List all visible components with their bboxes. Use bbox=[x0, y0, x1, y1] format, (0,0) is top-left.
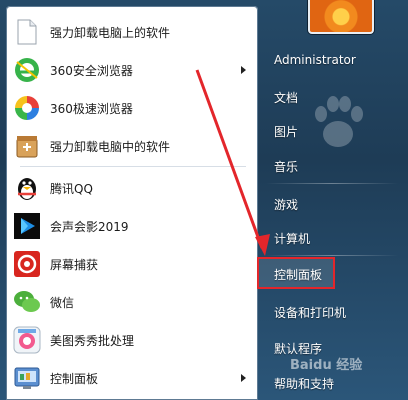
places-column: Administrator 文档 图片 音乐 游戏 计算机 控制面板 设备和打印… bbox=[258, 0, 408, 400]
program-label: 美图秀秀批处理 bbox=[50, 333, 135, 348]
watermark-text: Baidu 经验 bbox=[290, 357, 363, 373]
help-support-link[interactable]: 帮助和支持 bbox=[274, 375, 334, 392]
program-label: 强力卸载电脑中的软件 bbox=[50, 139, 171, 154]
program-label: 控制面板 bbox=[50, 371, 99, 386]
submenu-arrow-icon bbox=[241, 66, 246, 74]
program-label: 腾讯QQ bbox=[50, 181, 93, 196]
program-list: 强力卸载电脑上的软件 360安全浏览器 360极速浏览器 强力卸载电脑中的软件 … bbox=[6, 6, 258, 400]
program-item[interactable]: 腾讯QQ bbox=[12, 170, 254, 206]
user-name-link[interactable]: Administrator bbox=[274, 53, 356, 67]
program-item[interactable]: 会声会影2019 bbox=[12, 208, 254, 244]
documents-link[interactable]: 文档 bbox=[274, 89, 298, 106]
devices-printers-link[interactable]: 设备和打印机 bbox=[274, 304, 346, 321]
program-item[interactable]: 360安全浏览器 bbox=[12, 52, 254, 88]
menu-divider bbox=[20, 166, 246, 167]
program-label: 屏幕捕获 bbox=[50, 257, 99, 272]
highlight-box bbox=[257, 257, 335, 289]
program-item[interactable]: 360极速浏览器 bbox=[12, 90, 254, 126]
program-label: 360极速浏览器 bbox=[50, 101, 133, 116]
computer-link[interactable]: 计算机 bbox=[274, 230, 310, 247]
program-item[interactable]: 微信 bbox=[12, 284, 254, 320]
program-label: 会声会影2019 bbox=[50, 219, 129, 234]
file-icon bbox=[12, 17, 42, 47]
pictures-link[interactable]: 图片 bbox=[274, 123, 298, 140]
control-panel-icon bbox=[12, 363, 42, 393]
program-item[interactable]: 强力卸载电脑中的软件 bbox=[12, 128, 254, 164]
program-label: 强力卸载电脑上的软件 bbox=[50, 25, 171, 40]
uninstall-icon bbox=[12, 131, 42, 161]
qq-penguin-icon bbox=[12, 173, 42, 203]
corel-video-icon bbox=[12, 211, 42, 241]
user-avatar[interactable] bbox=[308, 0, 374, 34]
360-speed-browser-icon bbox=[12, 93, 42, 123]
meitu-icon bbox=[12, 325, 42, 355]
start-menu: 强力卸载电脑上的软件 360安全浏览器 360极速浏览器 强力卸载电脑中的软件 … bbox=[0, 0, 408, 400]
screen-capture-icon bbox=[12, 249, 42, 279]
program-item[interactable]: 美图秀秀批处理 bbox=[12, 322, 254, 358]
music-link[interactable]: 音乐 bbox=[274, 158, 298, 175]
program-label: 微信 bbox=[50, 295, 75, 310]
360-browser-icon bbox=[12, 55, 42, 85]
right-divider bbox=[266, 183, 398, 184]
program-item[interactable]: 控制面板 bbox=[12, 360, 254, 396]
paw-watermark-icon bbox=[315, 96, 363, 147]
games-link[interactable]: 游戏 bbox=[274, 196, 298, 213]
submenu-arrow-icon bbox=[241, 374, 246, 382]
program-item[interactable]: 屏幕捕获 bbox=[12, 246, 254, 282]
wechat-icon bbox=[12, 287, 42, 317]
program-label: 360安全浏览器 bbox=[50, 63, 133, 78]
right-divider bbox=[266, 255, 398, 256]
program-item[interactable]: 强力卸载电脑上的软件 bbox=[12, 14, 254, 50]
baidu-watermark: Baidu 经验 bbox=[290, 350, 402, 376]
